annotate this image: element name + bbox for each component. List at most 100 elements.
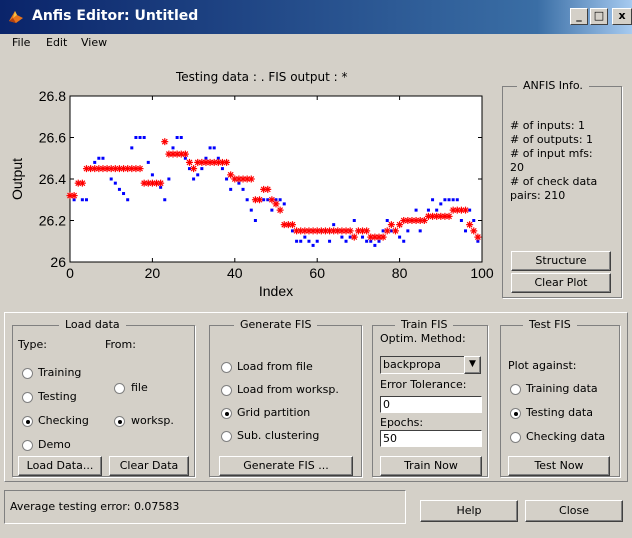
y-tick-label: 26 [50,254,66,270]
testing-data-point [117,187,121,191]
testing-data-point [97,156,101,160]
train-now-button[interactable]: Train Now [380,456,482,476]
testing-data-point [175,136,179,139]
radio-type-testing[interactable] [22,392,33,403]
info-line: 20 [510,161,524,174]
radio-from-file[interactable] [114,383,125,394]
clear-data-button[interactable]: Clear Data [109,456,189,476]
testing-data-point [472,219,476,222]
error-tolerance-input[interactable]: 0 [380,396,482,413]
radio-training-data[interactable] [510,384,521,395]
testing-data-point [229,187,233,191]
fis-output-point [247,175,255,183]
testing-data-point [332,223,336,227]
testing-data-point [249,208,253,212]
testing-data-point [122,192,126,196]
testing-data-point [451,198,455,202]
status-text: Average testing error: 0.07583 [10,500,180,513]
fis-output-point [78,179,86,187]
radio-type-training[interactable] [22,368,33,379]
testing-data-point [299,239,303,243]
radio-grid-partition[interactable] [221,408,232,419]
generate-fis-button[interactable]: Generate FIS ... [219,456,353,476]
testing-data-point [352,219,356,222]
testing-data-point [311,243,315,247]
testing-data-point [464,229,468,233]
anfis-info-panel: ANFIS Info. # of inputs: 1 # of outputs:… [502,79,622,298]
testing-data-point [373,243,377,247]
testing-data-point [344,239,348,243]
help-button[interactable]: Help [420,500,518,522]
testing-data-point [315,239,319,243]
fis-output-point [350,233,358,241]
structure-button[interactable]: Structure [511,251,611,271]
test-fis-panel: Test FIS Plot against: Training data Tes… [500,318,620,477]
testing-data-point [270,208,274,212]
radio-label: Training data [526,382,598,395]
fis-output-point [190,165,198,173]
testing-data-point [431,198,435,202]
load-data-button[interactable]: Load Data... [18,456,102,476]
epochs-label: Epochs: [380,416,424,429]
test-now-button[interactable]: Test Now [508,456,610,476]
info-line: # of outputs: 1 [510,133,594,146]
menu-view[interactable]: View [81,36,107,49]
y-tick-label: 26.6 [39,130,66,146]
testing-data-point [241,187,245,191]
fis-output-point [474,233,482,241]
info-line: pairs: 210 [510,189,566,202]
testing-data-point [414,208,418,212]
radio-label: file [131,381,148,394]
chevron-down-icon[interactable]: ▼ [464,356,481,374]
status-bar: Average testing error: 0.07583 [4,490,406,524]
radio-load-from-workspace[interactable] [221,385,232,396]
testing-data-point [443,198,447,202]
type-label: Type: [18,338,47,351]
radio-label: worksp. [131,414,174,427]
fis-output-point [161,138,169,146]
testing-data-point [167,177,171,181]
plot-header: Testing data : . FIS output : * [176,70,348,84]
title-bar[interactable]: Anfis Editor: Untitled _ □ x [0,0,632,34]
optim-method-select[interactable]: backpropa [380,356,466,374]
radio-testing-data[interactable] [510,408,521,419]
testing-data-point [142,136,146,139]
generate-fis-panel: Generate FIS Load from file Load from wo… [209,318,362,477]
fis-output-point [256,196,264,204]
menu-file[interactable]: File [12,36,30,49]
radio-checking-data[interactable] [510,432,521,443]
epochs-input[interactable]: 50 [380,430,482,447]
test-fis-title: Test FIS [523,318,577,331]
maximize-button[interactable]: □ [590,8,608,25]
testing-data-point [179,136,183,139]
radio-type-demo[interactable] [22,440,33,451]
close-button[interactable]: Close [525,500,623,522]
info-line: # of inputs: 1 [510,119,586,132]
clear-plot-button[interactable]: Clear Plot [511,273,611,293]
radio-sub-clustering[interactable] [221,431,232,442]
testing-data-point [93,160,97,164]
testing-data-point [220,167,224,171]
radio-label: Load from worksp. [237,383,339,396]
fis-output-point [387,221,395,229]
testing-data-point [171,146,175,150]
testing-data-point [146,160,150,164]
fis-output-point [136,165,144,173]
fis-output-point [346,227,354,235]
radio-from-workspace[interactable] [114,416,125,427]
fis-output-point [379,233,387,241]
load-data-panel: Load data Type: From: Training Testing C… [12,318,195,477]
testing-data-point [361,235,365,239]
radio-type-checking[interactable] [22,416,33,427]
close-window-button[interactable]: x [612,8,632,25]
minimize-button[interactable]: _ [570,8,588,25]
menu-edit[interactable]: Edit [46,36,67,49]
testing-data-point [113,181,117,185]
testing-data-point [80,198,84,202]
radio-load-from-file[interactable] [221,362,232,373]
testing-data-point [212,146,216,150]
optim-method-value: backpropa [383,358,441,371]
testing-data-point [196,173,200,177]
testing-data-point [126,198,130,202]
testing-data-point [134,136,138,139]
